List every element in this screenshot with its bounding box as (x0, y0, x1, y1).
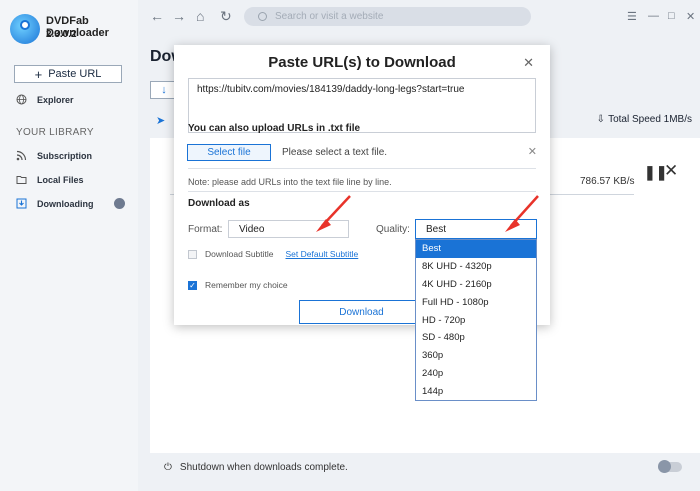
remember-checkbox[interactable]: ✓ (188, 280, 197, 290)
menu-icon[interactable]: ☰ (627, 10, 637, 23)
download-icon: ⇩ (596, 114, 606, 125)
divider (188, 191, 536, 192)
sidebar-item-local-files[interactable]: Local Files (16, 174, 84, 185)
minimize-icon[interactable]: — (648, 10, 659, 22)
dialog-close-icon[interactable]: ✕ (523, 55, 534, 71)
quality-option[interactable]: 8K UHD - 4320p (416, 258, 536, 276)
quality-option[interactable]: SD - 480p (416, 329, 536, 347)
sidebar-item-label: Explorer (37, 94, 74, 105)
quality-option[interactable]: 360p (416, 347, 536, 365)
subtitle-label: Download Subtitle (205, 249, 274, 259)
logo-badge (20, 20, 30, 30)
app-version: 2.3.0.2 (46, 29, 77, 40)
toggle-knob (658, 460, 671, 473)
quality-option[interactable]: Full HD - 1080p (416, 293, 536, 311)
search-input[interactable]: Search or visit a website (244, 7, 531, 26)
sidebar-item-explorer[interactable]: Explorer (16, 94, 74, 105)
quality-option[interactable]: 144p (416, 382, 536, 400)
rss-icon (16, 150, 27, 161)
folder-icon (16, 174, 27, 185)
remember-choice-option: ✓ Remember my choice (188, 280, 288, 290)
refresh-icon[interactable]: ↻ (220, 8, 232, 25)
url-value: https://tubitv.com/movies/184139/daddy-l… (197, 84, 465, 95)
sidebar-item-label: Local Files (37, 174, 84, 185)
shutdown-toggle[interactable] (658, 460, 682, 473)
quality-select[interactable]: Best (415, 219, 537, 239)
note-text: Note: please add URLs into the text file… (188, 177, 392, 187)
select-file-hint: Please select a text file. (282, 147, 388, 158)
upload-title: You can also upload URLs in .txt file (188, 123, 361, 134)
subtitle-checkbox[interactable] (188, 249, 197, 259)
download-subtitle-option: Download Subtitle Set Default Subtitle (188, 249, 358, 259)
rocket-icon: ➤ (156, 115, 166, 127)
power-icon: ⏻ (164, 462, 172, 473)
download-speed: 786.57 KB/s (580, 176, 635, 187)
remember-label: Remember my choice (205, 280, 288, 290)
quality-option[interactable]: 240p (416, 365, 536, 383)
sidebar: DVDFab Downloader 2.3.0.2 + Paste URL Ex… (0, 0, 138, 491)
quality-option[interactable]: HD - 720p (416, 311, 536, 329)
shutdown-option: ⏻ Shutdown when downloads complete. (164, 462, 348, 473)
set-default-subtitle-link[interactable]: Set Default Subtitle (286, 249, 359, 259)
sidebar-item-downloading[interactable]: Downloading (16, 198, 125, 209)
dialog-title: Paste URL(s) to Download (268, 54, 456, 71)
total-speed: ⇩ Total Speed 1MB/s (597, 114, 692, 125)
select-file-button[interactable]: Select file (187, 144, 271, 161)
close-icon[interactable]: ✕ (664, 161, 678, 181)
download-icon (16, 198, 27, 209)
clear-file-icon[interactable]: ✕ (528, 145, 537, 158)
format-select[interactable]: Video (228, 220, 349, 238)
back-icon[interactable]: ← (150, 8, 164, 24)
globe-icon (16, 94, 27, 105)
paste-url-label: Paste URL (48, 68, 102, 80)
download-as-title: Download as (188, 198, 250, 209)
maximize-icon[interactable]: □ (668, 10, 675, 22)
search-icon (258, 12, 267, 21)
plus-icon: + (34, 66, 43, 82)
forward-icon[interactable]: → (172, 8, 186, 24)
quality-dropdown: Best 8K UHD - 4320p 4K UHD - 2160p Full … (415, 239, 537, 401)
download-button[interactable]: Download (299, 300, 424, 324)
sidebar-item-subscription[interactable]: Subscription (16, 150, 92, 161)
paste-url-button[interactable]: + Paste URL (14, 65, 122, 83)
quality-label: Quality: (376, 224, 410, 235)
search-placeholder: Search or visit a website (275, 11, 384, 22)
sidebar-item-label: Downloading (37, 198, 94, 209)
status-badge (113, 198, 125, 209)
close-window-icon[interactable]: ✕ (686, 10, 695, 23)
sidebar-item-label: Subscription (37, 150, 93, 161)
top-bar: ← → ⌂ ↻ Search or visit a website ☰ — □ … (138, 0, 700, 34)
quality-option[interactable]: 4K UHD - 2160p (416, 276, 536, 294)
quality-option[interactable]: Best (416, 240, 536, 258)
shutdown-label: Shutdown when downloads complete. (179, 462, 348, 473)
library-title: YOUR LIBRARY (16, 127, 94, 138)
home-icon[interactable]: ⌂ (196, 8, 204, 24)
total-speed-label: Total Speed 1MB/s (608, 114, 692, 125)
format-label: Format: (188, 224, 223, 235)
download-arrow-icon: ↓ (161, 84, 167, 96)
divider (188, 168, 536, 169)
